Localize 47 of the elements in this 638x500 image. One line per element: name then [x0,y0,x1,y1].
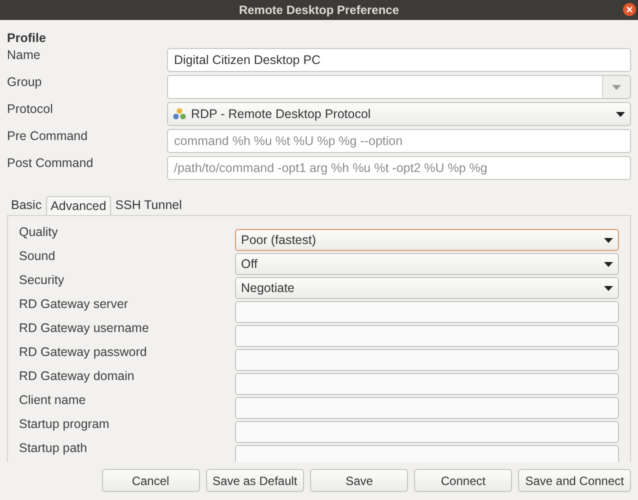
field-label: Protocol [7,102,54,117]
field-label: Quality [19,225,59,240]
field-label: Client name [19,393,87,408]
combo-field[interactable] [167,75,631,99]
text-field[interactable] [235,301,619,323]
protocol-icon [173,108,186,120]
field-label: Startup path [19,441,88,456]
caret-icon [604,262,613,266]
caret-icon [616,112,625,116]
text-field[interactable] [235,421,619,443]
text-field[interactable]: Digital Citizen Desktop PC [167,48,631,72]
caret-icon [604,238,613,242]
field-label: Security [19,273,66,288]
text-field[interactable] [235,373,619,395]
field-label: Post Command [7,156,94,171]
field-label: RD Gateway password [19,345,148,360]
text-field[interactable] [235,325,619,347]
section-heading: Profile [7,31,47,46]
caret-icon [612,84,621,90]
field-label: Sound [19,249,56,264]
field-label: Startup program [19,417,110,432]
tab[interactable]: Basic [7,196,46,215]
caret-icon [604,286,613,290]
tab[interactable]: Advanced [46,196,112,215]
dialog-button[interactable]: Save as Default [206,469,304,492]
text-field[interactable] [235,397,619,419]
field-label: RD Gateway domain [19,369,136,384]
dropdown[interactable]: Off [235,253,619,275]
dialog-button[interactable]: Save and Connect [518,469,631,492]
text-field[interactable] [235,445,619,462]
field-label: RD Gateway server [19,297,130,312]
dialog-button[interactable]: Connect [414,469,512,492]
window-title: Remote Desktop Preference [238,2,400,19]
text-field[interactable]: command %h %u %t %U %p %g --option [167,129,631,153]
field-label: Pre Command [7,129,89,144]
dropdown[interactable]: Negotiate [235,277,619,299]
tab[interactable]: SSH Tunnel [111,196,186,215]
field-label: RD Gateway username [19,321,150,336]
field-label: Group [7,75,43,90]
dialog-button[interactable]: Cancel [102,469,200,492]
text-field[interactable] [235,349,619,371]
field-label: Name [7,48,42,63]
close-icon[interactable] [623,3,636,16]
text-field[interactable]: /path/to/command -opt1 arg %h %u %t -opt2 %U %p %g [167,156,631,180]
dropdown[interactable]: Poor (fastest) [235,229,619,251]
dialog-button[interactable]: Save [310,469,408,492]
dropdown[interactable]: RDP - Remote Desktop Protocol [167,102,631,126]
